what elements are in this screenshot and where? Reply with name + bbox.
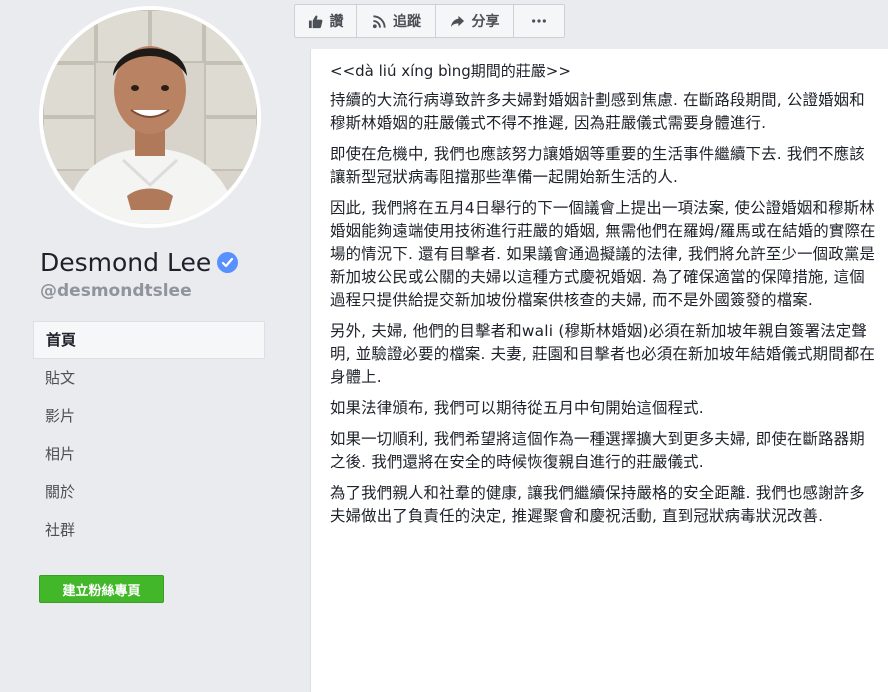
rss-follow-icon (371, 13, 387, 29)
like-button[interactable]: 讚 (294, 4, 357, 38)
post-paragraph: 如果法律頒布, 我們可以期待從五月中旬開始這個程式. (330, 399, 704, 417)
post-paragraph: 如果一切順利, 我們希望將這個作為一種選擇擴大到更多夫婦, 即使在斷路器期之後.… (330, 430, 865, 471)
nav-item-about[interactable]: 關於 (33, 473, 265, 511)
page-action-bar: 讚 追蹤 分享 (294, 4, 565, 38)
post-title: <<dà liú xíng bìng期間的莊嚴>> (330, 62, 571, 80)
share-arrow-icon (450, 13, 466, 29)
post-paragraph: 另外, 夫婦, 他們的目擊者和wali (穆斯林婚姻)必須在新加坡年親自簽署法定… (330, 322, 876, 386)
nav-item-community[interactable]: 社群 (33, 511, 265, 549)
page-handle[interactable]: @desmondtslee (40, 281, 192, 301)
nav-item-home[interactable]: 首頁 (33, 321, 265, 359)
page-sidebar: Desmond Lee @desmondtslee 首頁 貼文 影片 相片 關於… (0, 0, 280, 692)
more-dots-icon (531, 13, 547, 29)
follow-button[interactable]: 追蹤 (356, 4, 436, 38)
thumbs-up-icon (308, 13, 324, 29)
more-options-button[interactable] (513, 4, 565, 38)
verified-badge-icon (217, 251, 239, 273)
post-paragraph: 即使在危機中, 我們也應該努力讓婚姻等重要的生活事件繼續下去. 我們不應該讓新型… (330, 145, 865, 186)
post-paragraph: 為了我們親人和社羣的健康, 讓我們繼續保持嚴格的安全距離. 我們也感謝許多夫婦做… (330, 484, 865, 525)
nav-item-photos[interactable]: 相片 (33, 435, 265, 473)
nav-item-posts[interactable]: 貼文 (33, 359, 265, 397)
nav-item-videos[interactable]: 影片 (33, 397, 265, 435)
page-nav: 首頁 貼文 影片 相片 關於 社群 (33, 321, 265, 549)
profile-picture-frame[interactable] (39, 6, 261, 228)
page-title[interactable]: Desmond Lee (40, 245, 239, 279)
create-page-button[interactable]: 建立粉絲專頁 (39, 575, 164, 603)
post-paragraph: 因此, 我們將在五月4日舉行的下一個議會上提出一項法案, 使公證婚姻和穆斯林婚姻… (330, 199, 876, 309)
share-label: 分享 (471, 14, 500, 30)
follow-label: 追蹤 (393, 14, 421, 30)
post-content: <<dà liú xíng bìng期間的莊嚴>> 持續的大流行病導致許多夫婦對… (310, 49, 888, 692)
share-button[interactable]: 分享 (435, 4, 514, 38)
page-name-text[interactable]: Desmond Lee (40, 248, 211, 277)
like-label: 讚 (329, 14, 344, 30)
post-paragraph: 持續的大流行病導致許多夫婦對婚姻計劃感到焦慮. 在斷路段期間, 公證婚姻和穆斯林… (330, 91, 865, 132)
avatar[interactable] (43, 10, 257, 224)
avatar-photo (43, 10, 257, 224)
